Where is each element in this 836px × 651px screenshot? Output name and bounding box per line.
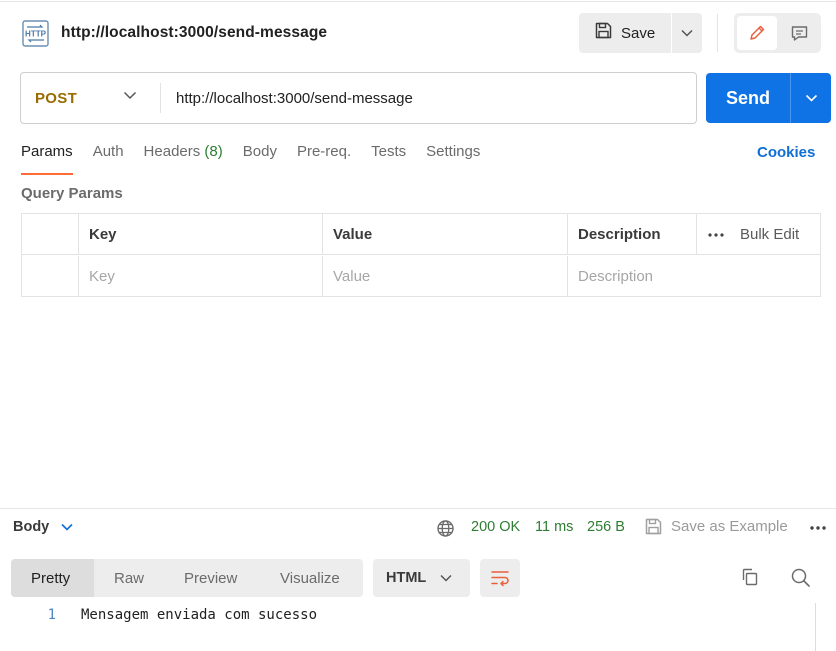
comments-button[interactable]: [780, 16, 818, 50]
format-label: HTML: [386, 570, 427, 586]
bulk-edit-button[interactable]: Bulk Edit: [698, 214, 799, 255]
response-scrollbar[interactable]: [815, 603, 832, 651]
send-group: Send: [706, 73, 831, 123]
search-button[interactable]: [790, 567, 811, 593]
tab-label: Headers: [143, 143, 201, 160]
save-group: Save: [579, 13, 702, 53]
tab-body[interactable]: Body: [243, 143, 277, 175]
tab-raw[interactable]: Raw: [94, 559, 164, 597]
column-header-key: Key: [79, 214, 323, 255]
save-options-button[interactable]: [672, 13, 702, 53]
response-body-label: Body: [13, 519, 50, 535]
mode-toggle: [734, 13, 821, 53]
value-input[interactable]: Value: [323, 256, 568, 297]
svg-text:HTTP: HTTP: [25, 30, 47, 39]
tab-visualize[interactable]: Visualize: [260, 559, 363, 597]
tab-pre-request[interactable]: Pre-req.: [297, 143, 351, 175]
status-code[interactable]: 200 OK: [471, 519, 520, 535]
chevron-down-icon: [61, 523, 73, 531]
request-tabs: Params Auth Headers (8) Body Pre-req. Te…: [21, 143, 500, 175]
response-divider: [0, 508, 836, 509]
tab-params[interactable]: Params: [21, 143, 73, 175]
header-divider: [717, 14, 718, 52]
http-icon: HTTP: [20, 18, 51, 49]
save-label: Save: [621, 24, 656, 42]
query-params-table: Key Value Description Bulk Edit Key Valu…: [21, 213, 821, 297]
save-as-example-button[interactable]: Save as Example: [644, 517, 788, 536]
send-button[interactable]: Send: [706, 73, 790, 123]
chevron-down-icon: [440, 574, 452, 582]
response-view-tabs: Pretty Raw Preview Visualize: [11, 559, 363, 597]
globe-icon[interactable]: [436, 519, 455, 543]
response-more-button[interactable]: [809, 519, 827, 542]
save-icon: [645, 518, 662, 535]
checkbox-column-header: [22, 214, 79, 255]
tab-label: Auth: [92, 143, 124, 160]
tab-label: Settings: [426, 143, 481, 160]
save-button[interactable]: Save: [579, 13, 671, 53]
chevron-down-icon: [681, 29, 693, 37]
bulk-edit-label: Bulk Edit: [740, 226, 800, 243]
chevron-down-icon: [123, 91, 137, 100]
tab-label: Body: [242, 143, 277, 160]
url-divider: [160, 83, 161, 113]
tab-headers[interactable]: Headers (8): [144, 143, 223, 175]
tab-auth[interactable]: Auth: [93, 143, 124, 175]
url-input[interactable]: [162, 74, 692, 122]
response-size[interactable]: 256 B: [587, 519, 625, 535]
save-as-example-label: Save as Example: [671, 518, 788, 535]
tab-pretty[interactable]: Pretty: [11, 559, 94, 597]
column-header-value: Value: [323, 214, 568, 255]
method-label: POST: [35, 89, 78, 107]
more-icon: [810, 526, 826, 530]
url-bar: POST: [20, 72, 697, 124]
response-body-dropdown[interactable]: Body: [13, 519, 73, 535]
table-header-row: Key Value Description Bulk Edit: [22, 214, 820, 255]
tab-label: Tests: [371, 143, 407, 160]
headers-count: (8): [204, 143, 223, 160]
description-input[interactable]: Description: [568, 256, 820, 297]
tab-tests[interactable]: Tests: [371, 143, 406, 175]
tab-preview[interactable]: Preview: [164, 559, 260, 597]
edit-mode-button[interactable]: [737, 16, 777, 50]
copy-button[interactable]: [740, 567, 760, 592]
key-input[interactable]: Key: [79, 256, 323, 297]
comment-icon: [791, 25, 807, 41]
cookies-link[interactable]: Cookies: [757, 144, 815, 161]
format-select[interactable]: HTML: [373, 559, 470, 597]
response-time[interactable]: 11 ms: [535, 519, 573, 535]
more-icon: [708, 232, 724, 237]
wrap-lines-icon: [491, 571, 509, 587]
tab-label: Params: [21, 143, 73, 160]
search-icon: [791, 568, 810, 587]
copy-icon: [742, 568, 758, 586]
row-checkbox-cell: [22, 256, 79, 297]
tab-settings[interactable]: Settings: [426, 143, 480, 175]
response-text: Mensagem enviada com sucesso: [81, 607, 318, 623]
send-options-button[interactable]: [791, 73, 831, 123]
tab-label: Pre-req.: [296, 143, 352, 160]
chevron-down-icon: [805, 94, 817, 102]
method-select[interactable]: POST: [21, 73, 160, 123]
pencil-icon: [750, 25, 765, 40]
column-divider: [696, 214, 697, 255]
response-code-line: 1 Mensagem enviada com sucesso: [0, 604, 836, 626]
request-title: http://localhost:3000/send-message: [61, 24, 328, 41]
table-row: Key Value Description: [22, 256, 820, 297]
tab-strip-border: [0, 0, 836, 2]
wrap-lines-button[interactable]: [480, 559, 520, 597]
line-number: 1: [47, 607, 56, 623]
save-icon: [594, 21, 613, 45]
query-params-title: Query Params: [21, 185, 123, 202]
